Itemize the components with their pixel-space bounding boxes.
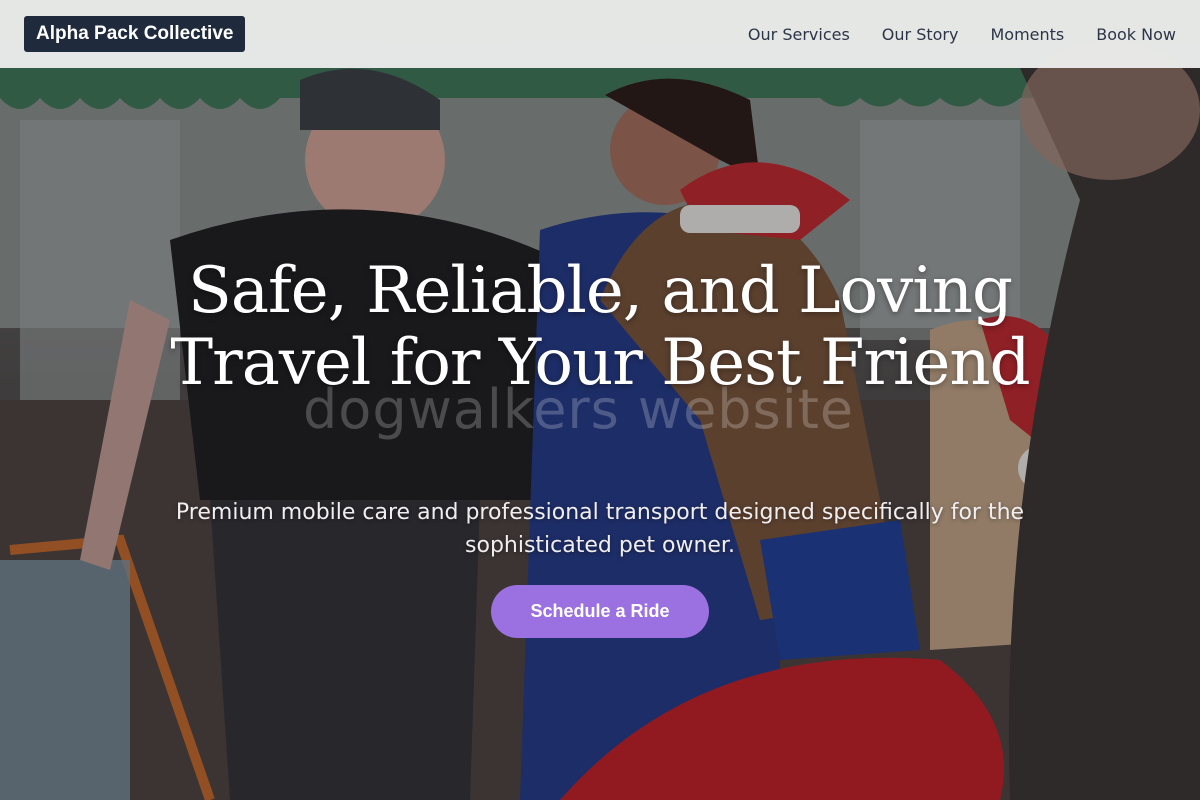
nav-link-our-services[interactable]: Our Services <box>748 25 850 44</box>
nav-link-moments[interactable]: Moments <box>990 25 1064 44</box>
hero-content: Safe, Reliable, and Loving Travel for Yo… <box>0 0 1200 800</box>
schedule-ride-button[interactable]: Schedule a Ride <box>491 585 709 638</box>
hero-headline: Safe, Reliable, and Loving Travel for Yo… <box>170 254 1030 400</box>
nav-link-book-now[interactable]: Book Now <box>1096 25 1176 44</box>
nav-link-our-story[interactable]: Our Story <box>882 25 959 44</box>
main-nav: Our Services Our Story Moments Book Now <box>748 25 1176 44</box>
brand-logo[interactable]: Alpha Pack Collective <box>24 16 246 52</box>
site-header: Alpha Pack Collective Our Services Our S… <box>0 0 1200 68</box>
hero-subheadline: Premium mobile care and professional tra… <box>175 500 1025 558</box>
